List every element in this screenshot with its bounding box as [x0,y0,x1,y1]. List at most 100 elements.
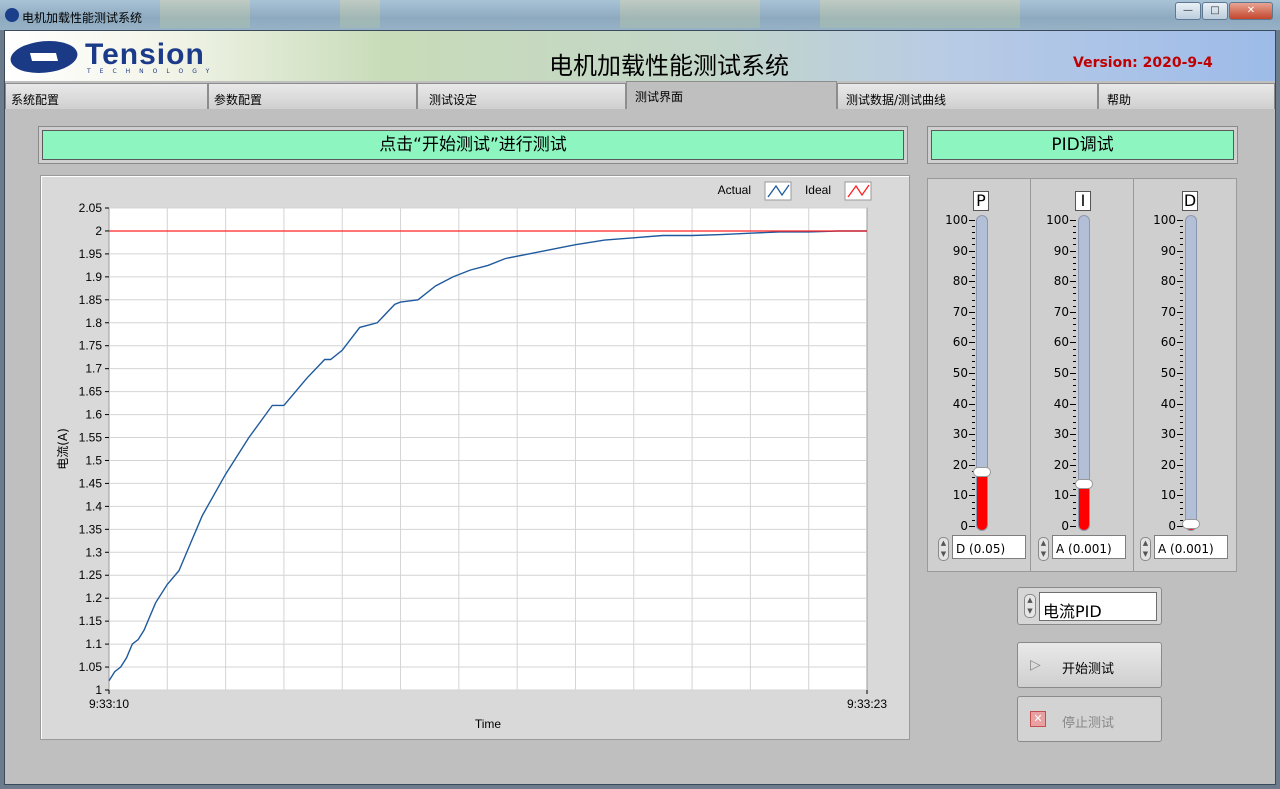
slider-scale-major-tick [969,281,975,283]
slider-p-label: P [973,191,989,211]
slider-scale-minor-tick [1073,385,1076,387]
slider-scale-label: 90 [1053,243,1069,258]
slider-d-track[interactable] [1185,215,1197,531]
slider-p: P 100 90 80 70 60 50 40 30 20 10 0 ▲ ▼ D (0.05) [928,179,1031,571]
slider-scale-minor-tick [1180,458,1183,460]
slider-scale-major-tick [969,220,975,221]
pid-banner: PID调试 [931,130,1234,160]
slider-scale-minor-tick [1073,452,1076,454]
stop-test-label: 停止测试 [1062,716,1115,731]
slider-scale-minor-tick [1180,446,1183,448]
pid-mode-select[interactable]: ▲ ▼ 电流PID [1017,587,1162,625]
slider-scale-label: 10 [1160,488,1176,503]
slider-scale-label: 50 [1160,366,1176,380]
slider-scale-minor-tick [1073,519,1076,521]
minimize-button[interactable]: — [1175,2,1201,20]
tab-help[interactable]: 帮助 [1098,83,1275,109]
logo-subtext: TECHNOLOGY [87,68,219,75]
slider-scale-minor-tick [972,324,975,326]
slider-scale-minor-tick [972,513,975,515]
slider-scale-label: 100 [1153,213,1176,227]
slider-scale-minor-tick [1073,256,1076,258]
pid-mode-value[interactable]: 电流PID [1039,592,1157,621]
version-label: Version: 2020-9-4 [1073,55,1213,71]
pid-banner-frame: PID调试 [927,126,1238,164]
slider-scale-major-tick [1177,434,1183,436]
tab-param-config[interactable]: 参数配置 [208,83,417,109]
ring-spinner-icon[interactable]: ▲ ▼ [1038,537,1049,561]
slider-i-thumb[interactable] [1075,479,1093,490]
slider-scale-minor-tick [1073,275,1076,277]
slider-scale-major-tick [1070,526,1076,527]
close-button[interactable]: ✕ [1229,2,1273,20]
slider-i-ring-value[interactable]: A (0.001) [1052,535,1126,559]
slider-scale-major-tick [1070,311,1076,313]
slider-scale-minor-tick [972,501,975,503]
start-test-button[interactable]: ▷ 开始测试 [1017,642,1162,688]
y-tick-label: 1.35 [79,522,103,536]
slider-scale-label: 0 [1168,519,1176,533]
slider-scale-minor-tick [1180,244,1183,246]
slider-scale-minor-tick [1073,477,1076,479]
slider-scale-label: 40 [952,396,968,411]
slider-scale-label: 60 [1160,335,1176,350]
slider-scale-minor-tick [1073,354,1076,356]
slider-scale-minor-tick [1180,354,1183,356]
app-icon [5,8,19,22]
slider-scale-label: 50 [952,366,968,380]
tab-test-interface[interactable]: 测试界面 [626,81,837,109]
slider-scale-minor-tick [972,452,975,454]
slider-scale-minor-tick [972,226,975,228]
slider-scale-minor-tick [1073,305,1076,307]
status-banner-frame: 点击“开始测试”进行测试 [38,126,908,164]
legend-label: Actual [718,183,751,197]
legend-label: Ideal [805,183,831,197]
y-tick-label: 1.2 [85,591,102,605]
slider-scale-label: 100 [1046,213,1069,227]
slider-p-ring-value[interactable]: D (0.05) [952,535,1026,559]
slider-scale-label: 20 [952,457,968,472]
mode-spinner-icon[interactable]: ▲ ▼ [1024,594,1036,618]
slider-scale-minor-tick [1073,446,1076,448]
tab-test-data[interactable]: 测试数据/测试曲线 [837,83,1098,109]
y-tick-label: 2 [95,224,102,238]
stop-icon: ✕ [1030,711,1046,727]
slider-scale-minor-tick [1180,226,1183,228]
slider-scale-minor-tick [1073,415,1076,417]
slider-scale-major-tick [1070,250,1076,252]
slider-scale-minor-tick [1180,275,1183,277]
background-ghost [340,0,380,28]
slider-scale-minor-tick [1073,226,1076,228]
slider-scale-minor-tick [1180,477,1183,479]
slider-scale-label: 20 [1053,457,1069,472]
y-tick-label: 1.1 [85,637,102,651]
slider-scale-major-tick [1177,311,1183,313]
background-ghost [160,0,250,28]
slider-scale-minor-tick [972,268,975,270]
slider-scale-minor-tick [972,275,975,277]
slider-scale-minor-tick [972,379,975,381]
slider-scale-minor-tick [972,287,975,289]
y-tick-label: 1.3 [85,545,102,559]
slider-scale-major-tick [969,526,975,527]
slider-scale-major-tick [1070,281,1076,283]
maximize-button[interactable]: □ [1202,2,1228,20]
slider-d-ring-value[interactable]: A (0.001) [1154,535,1228,559]
ring-spinner-icon[interactable]: ▲ ▼ [1140,537,1151,561]
slider-scale-major-tick [1070,220,1076,221]
y-tick-label: 2.05 [79,201,103,215]
slider-scale-minor-tick [1180,409,1183,411]
slider-p-track[interactable] [976,215,988,531]
tab-system-config[interactable]: 系统配置 [5,83,208,109]
ring-spinner-icon[interactable]: ▲ ▼ [938,537,949,561]
stop-test-button[interactable]: ✕ 停止测试 [1017,696,1162,742]
slider-scale-minor-tick [1180,360,1183,362]
slider-scale-major-tick [1070,495,1076,497]
slider-p-thumb[interactable] [973,466,991,477]
tab-test-settings[interactable]: 测试设定 [417,83,626,109]
slider-d-thumb[interactable] [1182,519,1200,529]
window-titlebar: 电机加载性能测试系统 — □ ✕ [0,0,1280,30]
slider-scale-minor-tick [1073,379,1076,381]
legend-swatch [764,181,792,201]
slider-scale-minor-tick [972,262,975,264]
